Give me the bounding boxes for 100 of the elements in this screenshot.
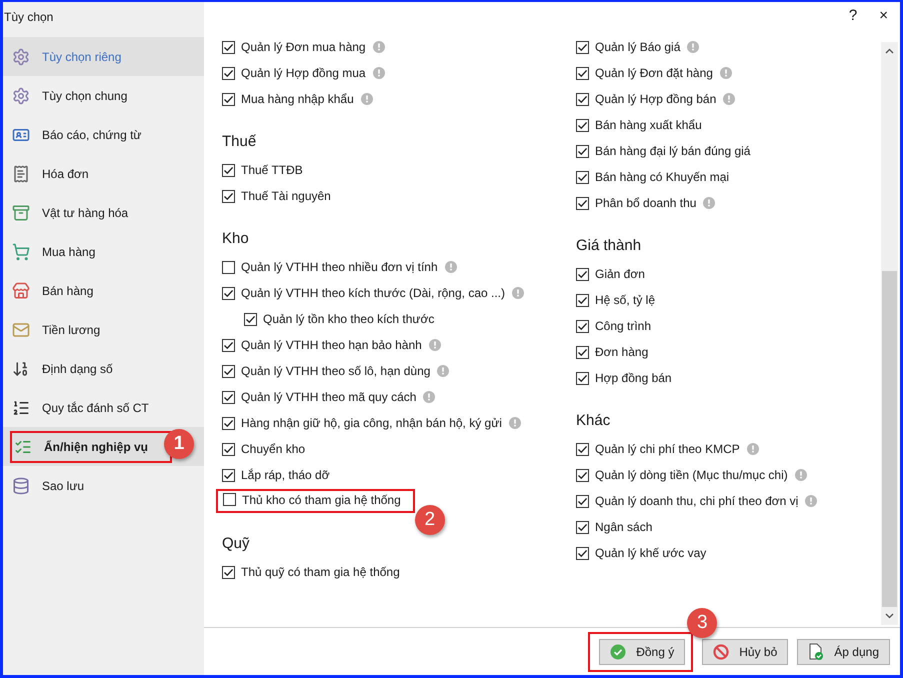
section-heading: Quỹ — [222, 534, 250, 554]
section-heading: Giá thành — [576, 236, 642, 256]
arrow-down-icon[interactable] — [885, 613, 894, 619]
close-button[interactable]: × — [875, 6, 892, 24]
checkbox[interactable] — [576, 66, 589, 80]
sidebar-item[interactable]: Báo cáo, chứng từ — [3, 115, 204, 154]
arrow-up-icon[interactable] — [885, 48, 894, 54]
gear-icon — [12, 48, 30, 66]
option-label: Quản lý chi phí theo KMCP — [595, 442, 740, 456]
checkbox[interactable] — [576, 442, 589, 456]
option-label: Mua hàng nhập khẩu — [241, 92, 354, 106]
checkbox[interactable] — [222, 566, 235, 578]
option-label: Quản lý tồn kho theo kích thước — [263, 312, 434, 326]
option-label: Quản lý VTHH theo nhiều đơn vị tính — [241, 260, 438, 274]
check-circle-icon — [610, 644, 626, 660]
checkbox[interactable] — [222, 66, 235, 80]
option-label: Giản đơn — [595, 267, 645, 281]
cart-icon — [12, 242, 30, 260]
option-label: Hàng nhận giữ hộ, gia công, nhận bán hộ, ký gửi — [241, 416, 502, 430]
checkbox[interactable] — [576, 196, 589, 210]
option-label: Quản lý Đơn đặt hàng — [595, 66, 713, 80]
checkbox[interactable] — [222, 260, 235, 274]
sidebar-item[interactable]: Vật tư hàng hóa — [3, 193, 204, 232]
scrollbar[interactable] — [881, 42, 898, 625]
option-label: Quản lý Báo giá — [595, 40, 680, 54]
section-heading: Kho — [222, 229, 249, 249]
sidebar-item[interactable]: Tùy chọn riêng — [3, 37, 204, 76]
callout-badge: 2 — [414, 505, 445, 536]
checkbox[interactable] — [222, 468, 235, 482]
section-heading: Thuế — [222, 132, 256, 152]
help-button[interactable]: ? — [844, 6, 862, 24]
option-label: Quản lý VTHH theo số lô, hạn dùng — [241, 364, 430, 378]
archive-icon — [12, 204, 30, 222]
sidebar-item[interactable]: Định dạng số — [3, 349, 204, 388]
option-label: Thủ kho có tham gia hệ thống — [242, 492, 401, 507]
checkbox[interactable] — [576, 170, 589, 184]
option-label: Quản lý Hợp đồng bán — [595, 92, 716, 106]
checkbox[interactable] — [222, 442, 235, 456]
option-label: Đơn hàng — [595, 345, 648, 359]
store-icon — [12, 282, 30, 300]
option-label: Bán hàng đại lý bán đúng giá — [595, 144, 750, 158]
checkbox[interactable] — [576, 494, 589, 508]
option-label: Thủ quỹ có tham gia hệ thống — [241, 565, 400, 579]
checkbox[interactable] — [222, 40, 235, 54]
checkbox[interactable] — [576, 144, 589, 158]
option-label: Thuế Tài nguyên — [241, 189, 331, 203]
checkbox[interactable] — [576, 468, 589, 482]
sidebar-item[interactable]: Mua hàng — [3, 232, 204, 271]
option-label: Quản lý Hợp đồng mua — [241, 66, 366, 80]
checkbox[interactable] — [222, 92, 235, 106]
envelope-icon — [12, 320, 30, 338]
checkbox[interactable] — [576, 520, 589, 534]
option-label: Hệ số, tỷ lệ — [595, 293, 656, 307]
dialog-button[interactable]: Hủy bỏ — [702, 638, 788, 664]
option-label: Quản lý khế ước vay — [595, 546, 706, 560]
sidebar-item[interactable]: Tùy chọn chung — [3, 76, 204, 115]
option-label: Bán hàng xuất khẩu — [595, 118, 702, 132]
checkbox[interactable] — [576, 346, 589, 358]
checkbox[interactable] — [576, 320, 589, 332]
checkbox[interactable] — [222, 416, 235, 430]
document-check-icon — [808, 642, 824, 660]
option-label: Quản lý VTHH theo mã quy cách — [241, 390, 416, 404]
sidebar-item[interactable]: Hóa đơn — [3, 154, 204, 193]
sidebar-item[interactable]: Sao lưu — [3, 466, 204, 505]
checkbox[interactable] — [222, 164, 235, 176]
checkbox[interactable] — [576, 372, 589, 384]
sidebar-item[interactable]: Quy tắc đánh số CT — [3, 388, 204, 427]
checkbox[interactable] — [576, 40, 589, 54]
option-label: Ngân sách — [595, 520, 652, 534]
option-label: Lắp ráp, tháo dỡ — [241, 468, 330, 482]
checkbox[interactable] — [244, 312, 257, 326]
checkbox[interactable] — [222, 338, 235, 352]
checkbox[interactable] — [576, 118, 589, 132]
option-label: Quản lý doanh thu, chi phí theo đơn vị — [595, 494, 798, 508]
sidebar-item[interactable]: Bán hàng — [3, 271, 204, 310]
checkbox[interactable] — [576, 92, 589, 106]
checkbox[interactable] — [576, 268, 589, 280]
dialog-button[interactable]: Đồng ý — [599, 638, 686, 664]
option-label: Quản lý VTHH theo hạn bảo hành — [241, 338, 422, 352]
section-heading: Khác — [576, 411, 610, 431]
checkbox[interactable] — [576, 546, 589, 560]
option-label: Hợp đồng bán — [595, 371, 672, 385]
checkbox[interactable] — [222, 364, 235, 378]
sidebar-item-label[interactable]: Ẩn/hiện nghiệp vụ — [44, 440, 148, 454]
gear-icon — [12, 86, 30, 104]
option-label: Quản lý dòng tiền (Mục thu/mục chi) — [595, 468, 788, 482]
dialog-button[interactable]: Áp dụng — [797, 638, 890, 664]
option-label: Chuyển kho — [241, 442, 306, 456]
receipt-icon — [12, 164, 30, 182]
checkbox[interactable] — [222, 286, 235, 300]
checkbox[interactable] — [222, 390, 235, 404]
checkbox[interactable] — [223, 493, 236, 506]
option-label: Phân bổ doanh thu — [595, 196, 696, 210]
option-label: Quản lý Đơn mua hàng — [241, 40, 366, 54]
option-label: Công trình — [595, 319, 652, 333]
checkbox[interactable] — [222, 190, 235, 202]
checkbox[interactable] — [576, 294, 589, 306]
option-label: Bán hàng có Khuyến mại — [595, 170, 730, 184]
sidebar-item[interactable]: Tiền lương — [3, 310, 204, 349]
callout-badge: 3 — [687, 608, 718, 638]
